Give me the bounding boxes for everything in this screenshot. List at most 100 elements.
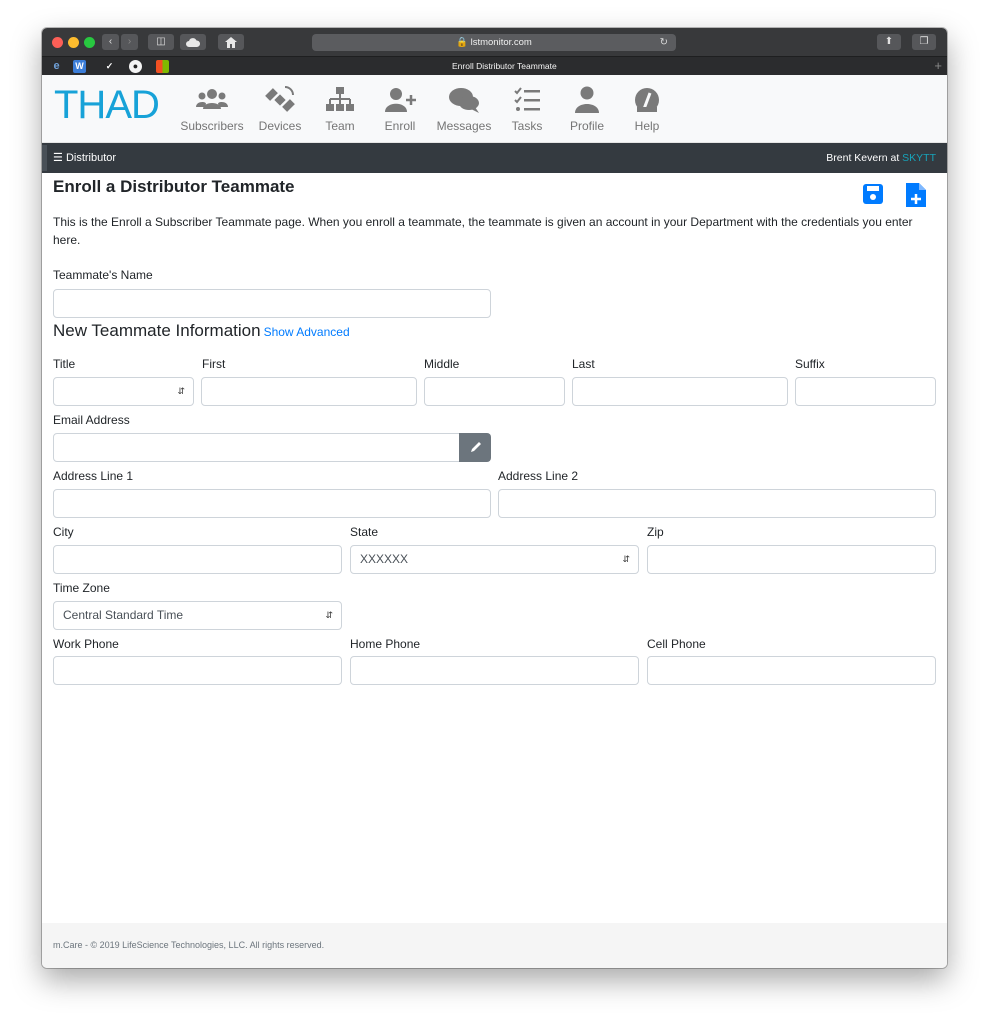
sitemap-icon xyxy=(326,87,354,111)
new-document-icon[interactable] xyxy=(906,183,926,207)
city-label: City xyxy=(53,525,74,539)
user-icon xyxy=(575,86,599,113)
work-phone-input[interactable] xyxy=(53,656,342,685)
chevron-right-icon: › xyxy=(127,36,132,47)
state-select[interactable]: XXXXXX ⇵ xyxy=(350,545,639,574)
nav-label: Messages xyxy=(436,119,492,133)
nav-label: Devices xyxy=(258,119,302,133)
back-button[interactable]: ‹ xyxy=(102,34,119,50)
nav-label: Profile xyxy=(569,119,604,133)
sidebar-toggle-button[interactable]: ◫ xyxy=(148,34,174,50)
select-arrows-icon: ⇵ xyxy=(177,386,185,396)
nav-messages[interactable]: Messages xyxy=(434,85,494,133)
select-arrows-icon: ⇵ xyxy=(622,554,630,564)
home-phone-input[interactable] xyxy=(350,656,639,685)
users-icon xyxy=(196,89,228,109)
bookmark-microsoft-icon[interactable] xyxy=(156,60,169,73)
home-button[interactable] xyxy=(218,34,244,50)
last-name-input[interactable] xyxy=(572,377,788,406)
lock-icon: 🔒 xyxy=(456,37,468,48)
user-name-text: Brent Kevern at xyxy=(826,152,903,164)
chevron-left-icon: ‹ xyxy=(108,36,113,47)
bookmark-e-icon[interactable]: e xyxy=(50,60,63,73)
address-bar[interactable]: 🔒 lstmonitor.com ↻ xyxy=(312,34,676,51)
cell-phone-input[interactable] xyxy=(647,656,936,685)
bookmark-github-icon[interactable]: ● xyxy=(129,60,142,73)
sidebar-collapse-handle[interactable] xyxy=(42,145,47,171)
teammate-name-input[interactable] xyxy=(53,289,491,318)
tabs-overview-button[interactable]: ❐ xyxy=(912,34,936,50)
middle-name-label: Middle xyxy=(424,357,460,371)
minimize-window-button[interactable] xyxy=(68,37,79,48)
main-content: Enroll a Distributor Teammate This is th… xyxy=(42,173,947,923)
home-icon xyxy=(225,37,237,48)
hamburger-icon: ☰ xyxy=(53,152,63,164)
nav-label: Tasks xyxy=(511,119,543,133)
tasks-icon xyxy=(514,87,540,111)
first-name-input[interactable] xyxy=(201,377,417,406)
zip-label: Zip xyxy=(647,525,664,539)
address-line1-label: Address Line 1 xyxy=(53,469,134,483)
new-tab-button[interactable]: + xyxy=(934,57,942,75)
title-label: Title xyxy=(53,357,76,371)
satellite-icon xyxy=(265,86,295,112)
last-name-label: Last xyxy=(572,357,595,371)
active-tab[interactable]: Enroll Distributor Teammate xyxy=(452,57,762,76)
nav-label: Enroll xyxy=(384,119,416,133)
icloud-tabs-button[interactable] xyxy=(180,34,206,50)
email-field[interactable] xyxy=(53,433,460,462)
pencil-icon xyxy=(471,442,481,452)
nav-label: Subscribers xyxy=(180,119,244,133)
distributor-menu-toggle[interactable]: ☰ Distributor xyxy=(53,143,116,173)
bookmark-wordpress-icon[interactable]: W xyxy=(73,60,86,73)
tab-title: Enroll Distributor Teammate xyxy=(452,61,557,71)
nav-team[interactable]: Team xyxy=(322,85,358,133)
nav-label: Help xyxy=(634,119,660,133)
timezone-select[interactable]: Central Standard Time ⇵ xyxy=(53,601,342,630)
url-text: lstmonitor.com xyxy=(470,37,532,48)
share-button[interactable]: ⬆ xyxy=(877,34,901,50)
distributor-menu-label: Distributor xyxy=(65,152,117,164)
nav-subscribers[interactable]: Subscribers xyxy=(179,85,245,133)
title-select[interactable]: ⇵ xyxy=(53,377,194,406)
nav-profile[interactable]: Profile xyxy=(566,85,608,133)
zip-input[interactable] xyxy=(647,545,936,574)
nav-devices[interactable]: Devices xyxy=(256,85,304,133)
save-icon[interactable] xyxy=(862,183,884,205)
sidebar-icon: ◫ xyxy=(156,36,166,47)
teammate-name-label: Teammate's Name xyxy=(53,268,153,282)
first-name-label: First xyxy=(202,357,226,371)
browser-window: ‹ › ◫ 🔒 lstmonitor.com ↻ ⬆ ❐ e W ✓ ● Enr… xyxy=(42,28,947,968)
work-phone-label: Work Phone xyxy=(53,637,119,651)
distributor-bar: ☰ Distributor Brent Kevern at SKYTT xyxy=(42,143,947,173)
gauge-icon xyxy=(635,88,659,112)
copyright-text: m.Care - © 2019 LifeScience Technologies… xyxy=(53,940,325,950)
edit-email-button[interactable] xyxy=(459,433,491,462)
forward-button[interactable]: › xyxy=(121,34,138,50)
nav-help[interactable]: Help xyxy=(632,85,662,133)
app-navbar: THAD Subscribers Devices Team Enroll Mes… xyxy=(42,75,947,143)
user-plus-icon xyxy=(385,88,416,112)
section-heading: New Teammate Information xyxy=(53,321,261,340)
section-title: New Teammate Information Show Advanced xyxy=(53,321,350,341)
zoom-window-button[interactable] xyxy=(84,37,95,48)
company-link[interactable]: SKYTT xyxy=(902,152,936,164)
bookmark-check-icon[interactable]: ✓ xyxy=(103,60,116,73)
nav-enroll[interactable]: Enroll xyxy=(381,85,419,133)
timezone-selected-value: Central Standard Time xyxy=(63,608,184,622)
show-advanced-link[interactable]: Show Advanced xyxy=(264,325,350,339)
reload-icon[interactable]: ↻ xyxy=(660,34,668,51)
cell-phone-label: Cell Phone xyxy=(647,637,706,651)
nav-tasks[interactable]: Tasks xyxy=(509,85,545,133)
address-line2-label: Address Line 2 xyxy=(498,469,579,483)
suffix-input[interactable] xyxy=(795,377,936,406)
current-user: Brent Kevern at SKYTT xyxy=(826,143,936,173)
address-line2-input[interactable] xyxy=(498,489,936,518)
city-input[interactable] xyxy=(53,545,342,574)
nav-label: Team xyxy=(325,119,355,133)
timezone-label: Time Zone xyxy=(53,581,110,595)
middle-name-input[interactable] xyxy=(424,377,565,406)
address-line1-input[interactable] xyxy=(53,489,491,518)
close-window-button[interactable] xyxy=(52,37,63,48)
thad-logo[interactable]: THAD xyxy=(54,83,160,128)
